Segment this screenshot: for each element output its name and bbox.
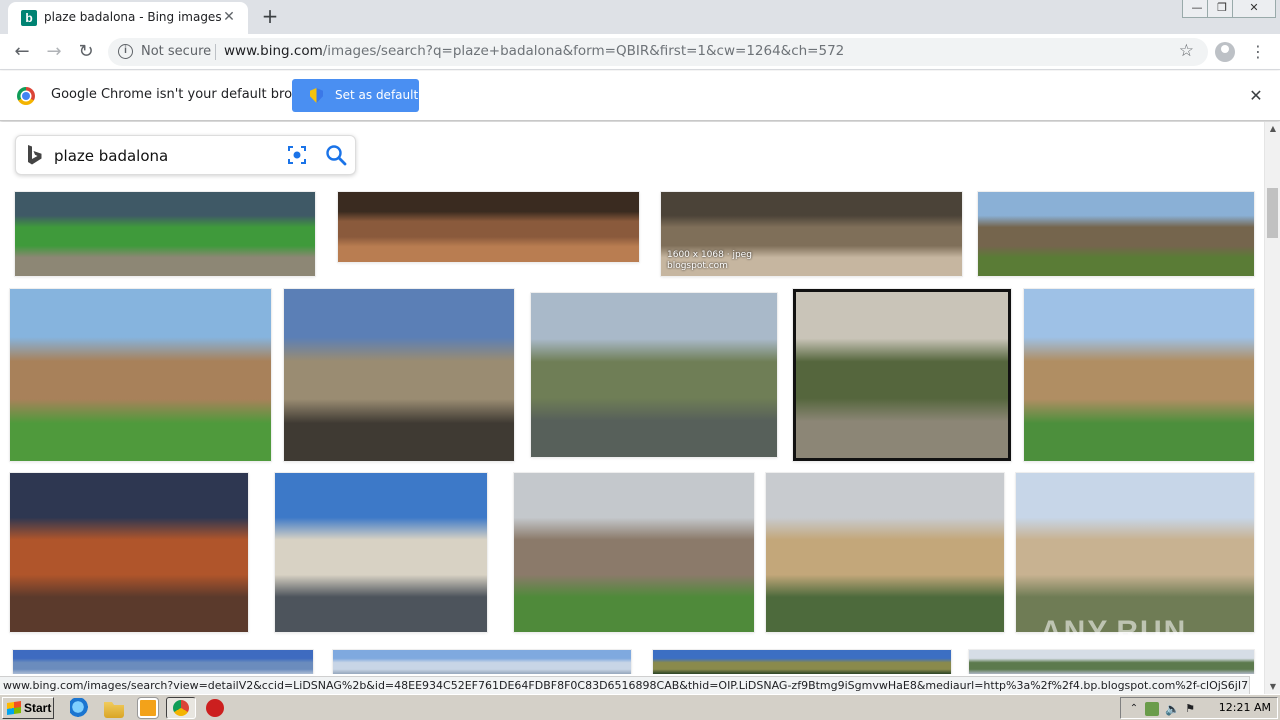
image-result[interactable] xyxy=(338,192,639,262)
image-result[interactable] xyxy=(10,473,248,632)
set-as-default-label: Set as default xyxy=(335,88,419,102)
image-result[interactable] xyxy=(766,473,1004,632)
result-thumbnail xyxy=(10,289,271,461)
tray-expand-icon[interactable]: ⌃ xyxy=(1127,702,1141,716)
new-tab-button[interactable]: + xyxy=(258,5,282,29)
result-thumbnail xyxy=(766,473,1004,632)
search-box[interactable]: plaze badalona xyxy=(15,135,356,175)
image-result[interactable] xyxy=(13,650,313,674)
back-button[interactable]: ← xyxy=(10,40,34,64)
image-result[interactable] xyxy=(1024,289,1254,461)
chrome-logo-icon xyxy=(17,87,35,105)
image-result[interactable] xyxy=(10,289,271,461)
result-thumbnail xyxy=(653,650,951,674)
result-thumbnail xyxy=(531,293,777,457)
tab-strip: b plaze badalona - Bing images ✕ + — ❐ ✕ xyxy=(0,0,1280,34)
result-thumbnail xyxy=(13,650,313,674)
tab-close-icon[interactable]: ✕ xyxy=(220,8,238,26)
start-label: Start xyxy=(24,701,52,715)
url-path: /images/search?q=plaze+badalona&form=QBI… xyxy=(322,43,845,59)
result-thumbnail xyxy=(333,650,631,674)
image-result[interactable] xyxy=(531,293,777,457)
info-icon[interactable]: i xyxy=(118,44,133,59)
system-tray: ⌃ 🔈 ⚑ 12:21 AM xyxy=(1120,697,1278,719)
address-bar[interactable]: i Not secure www.bing.com/images/search?… xyxy=(108,38,1208,66)
reload-button[interactable]: ↻ xyxy=(74,40,98,64)
tab-title: plaze badalona - Bing images xyxy=(44,10,222,24)
chrome-menu-icon[interactable]: ⋮ xyxy=(1248,40,1268,64)
result-thumbnail xyxy=(1024,289,1254,461)
scroll-down-arrow-icon[interactable]: ▼ xyxy=(1265,680,1280,694)
set-as-default-button[interactable]: Set as default xyxy=(292,79,419,112)
bing-logo-icon xyxy=(28,145,42,165)
image-result[interactable] xyxy=(1016,473,1254,632)
infobar-close-icon[interactable]: ✕ xyxy=(1246,86,1266,106)
result-thumbnail xyxy=(969,650,1254,674)
file-explorer-icon[interactable] xyxy=(104,702,124,718)
bing-favicon-icon: b xyxy=(21,10,37,26)
result-thumbnail xyxy=(10,473,248,632)
image-result[interactable]: 1600 x 1068 · jpeg blogspot.com xyxy=(661,192,962,276)
forward-button[interactable]: → xyxy=(42,40,66,64)
result-thumbnail xyxy=(15,192,315,276)
result-thumbnail xyxy=(1016,473,1254,632)
search-icon[interactable] xyxy=(325,144,347,166)
url-text[interactable]: www.bing.com/images/search?q=plaze+badal… xyxy=(224,43,844,59)
search-query-text[interactable]: plaze badalona xyxy=(54,147,168,165)
image-result[interactable] xyxy=(653,650,951,674)
image-result[interactable] xyxy=(333,650,631,674)
profile-avatar-icon[interactable] xyxy=(1215,42,1235,62)
active-tab[interactable]: b plaze badalona - Bing images ✕ xyxy=(8,2,248,34)
bing-images-page: plaze badalona 1600 x 1068 · jpeg blogsp… xyxy=(0,122,1264,674)
image-result[interactable] xyxy=(978,192,1254,276)
image-result[interactable] xyxy=(275,473,487,632)
result-meta: 1600 x 1068 · jpeg blogspot.com xyxy=(667,250,752,271)
default-browser-infobar: Google Chrome isn't your default browser… xyxy=(0,71,1280,121)
result-thumbnail xyxy=(514,473,754,632)
infobar-message: Google Chrome isn't your default browser xyxy=(51,87,323,102)
internet-explorer-icon[interactable] xyxy=(70,698,90,718)
visual-search-icon[interactable] xyxy=(287,145,307,165)
image-result[interactable] xyxy=(15,192,315,276)
url-host: www.bing.com xyxy=(224,43,323,59)
status-bar-url: www.bing.com/images/search?view=detailV2… xyxy=(0,676,1250,694)
image-result[interactable] xyxy=(514,473,754,632)
network-icon[interactable] xyxy=(1145,702,1159,716)
security-label[interactable]: Not secure xyxy=(141,44,211,59)
omnibox-divider xyxy=(215,44,216,60)
page-scrollbar[interactable]: ▲ ▼ xyxy=(1264,122,1280,694)
result-thumbnail xyxy=(284,289,514,461)
image-result[interactable] xyxy=(793,289,1011,461)
media-player-icon[interactable] xyxy=(138,698,158,718)
windows-flag-icon xyxy=(7,701,21,715)
image-result[interactable] xyxy=(969,650,1254,674)
result-thumbnail xyxy=(338,192,639,262)
browser-toolbar: ← → ↻ i Not secure www.bing.com/images/s… xyxy=(0,34,1280,70)
opera-red-icon[interactable] xyxy=(206,699,224,717)
result-thumbnail xyxy=(978,192,1254,276)
uac-shield-icon xyxy=(310,88,323,103)
taskbar-clock[interactable]: 12:21 AM xyxy=(1219,701,1271,714)
bookmark-star-icon[interactable]: ☆ xyxy=(1179,41,1194,61)
result-thumbnail xyxy=(275,473,487,632)
volume-icon[interactable]: 🔈 xyxy=(1165,702,1180,716)
result-thumbnail xyxy=(796,292,1008,458)
windows-taskbar: Start ⌃ 🔈 ⚑ 12:21 AM xyxy=(0,694,1280,720)
chrome-taskbar-button[interactable] xyxy=(166,697,196,719)
window-close-button[interactable]: ✕ xyxy=(1232,0,1276,18)
start-button[interactable]: Start xyxy=(2,697,54,719)
chrome-icon xyxy=(173,700,189,716)
action-center-flag-icon[interactable]: ⚑ xyxy=(1183,702,1197,716)
scroll-up-arrow-icon[interactable]: ▲ xyxy=(1265,122,1280,136)
image-result[interactable] xyxy=(284,289,514,461)
anyrun-watermark: ANY.RUN xyxy=(1040,615,1188,648)
scrollbar-thumb[interactable] xyxy=(1267,188,1278,238)
